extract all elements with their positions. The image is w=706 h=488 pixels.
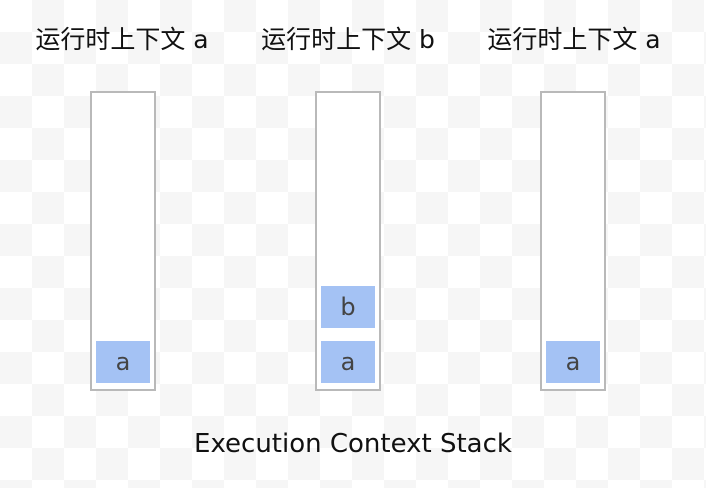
diagram-caption: Execution Context Stack xyxy=(194,429,512,459)
stack-frame: a xyxy=(546,341,600,383)
stack-container: a xyxy=(90,91,156,391)
stack-container: a xyxy=(540,91,606,391)
execution-context-diagram: 运行时上下文 a a 运行时上下文 b a b 运行时上下文 a a Execu… xyxy=(0,0,706,488)
stack-frame: a xyxy=(321,341,375,383)
column-title: 运行时上下文 a xyxy=(35,25,209,54)
stack-container: a b xyxy=(315,91,381,391)
stack-column-1: 运行时上下文 a a xyxy=(12,0,232,400)
stack-column-3: 运行时上下文 a a xyxy=(464,0,684,400)
column-title: 运行时上下文 b xyxy=(261,25,435,54)
column-title: 运行时上下文 a xyxy=(487,25,661,54)
stack-column-2: 运行时上下文 b a b xyxy=(238,0,458,400)
stack-frame: a xyxy=(96,341,150,383)
stack-frame: b xyxy=(321,286,375,328)
